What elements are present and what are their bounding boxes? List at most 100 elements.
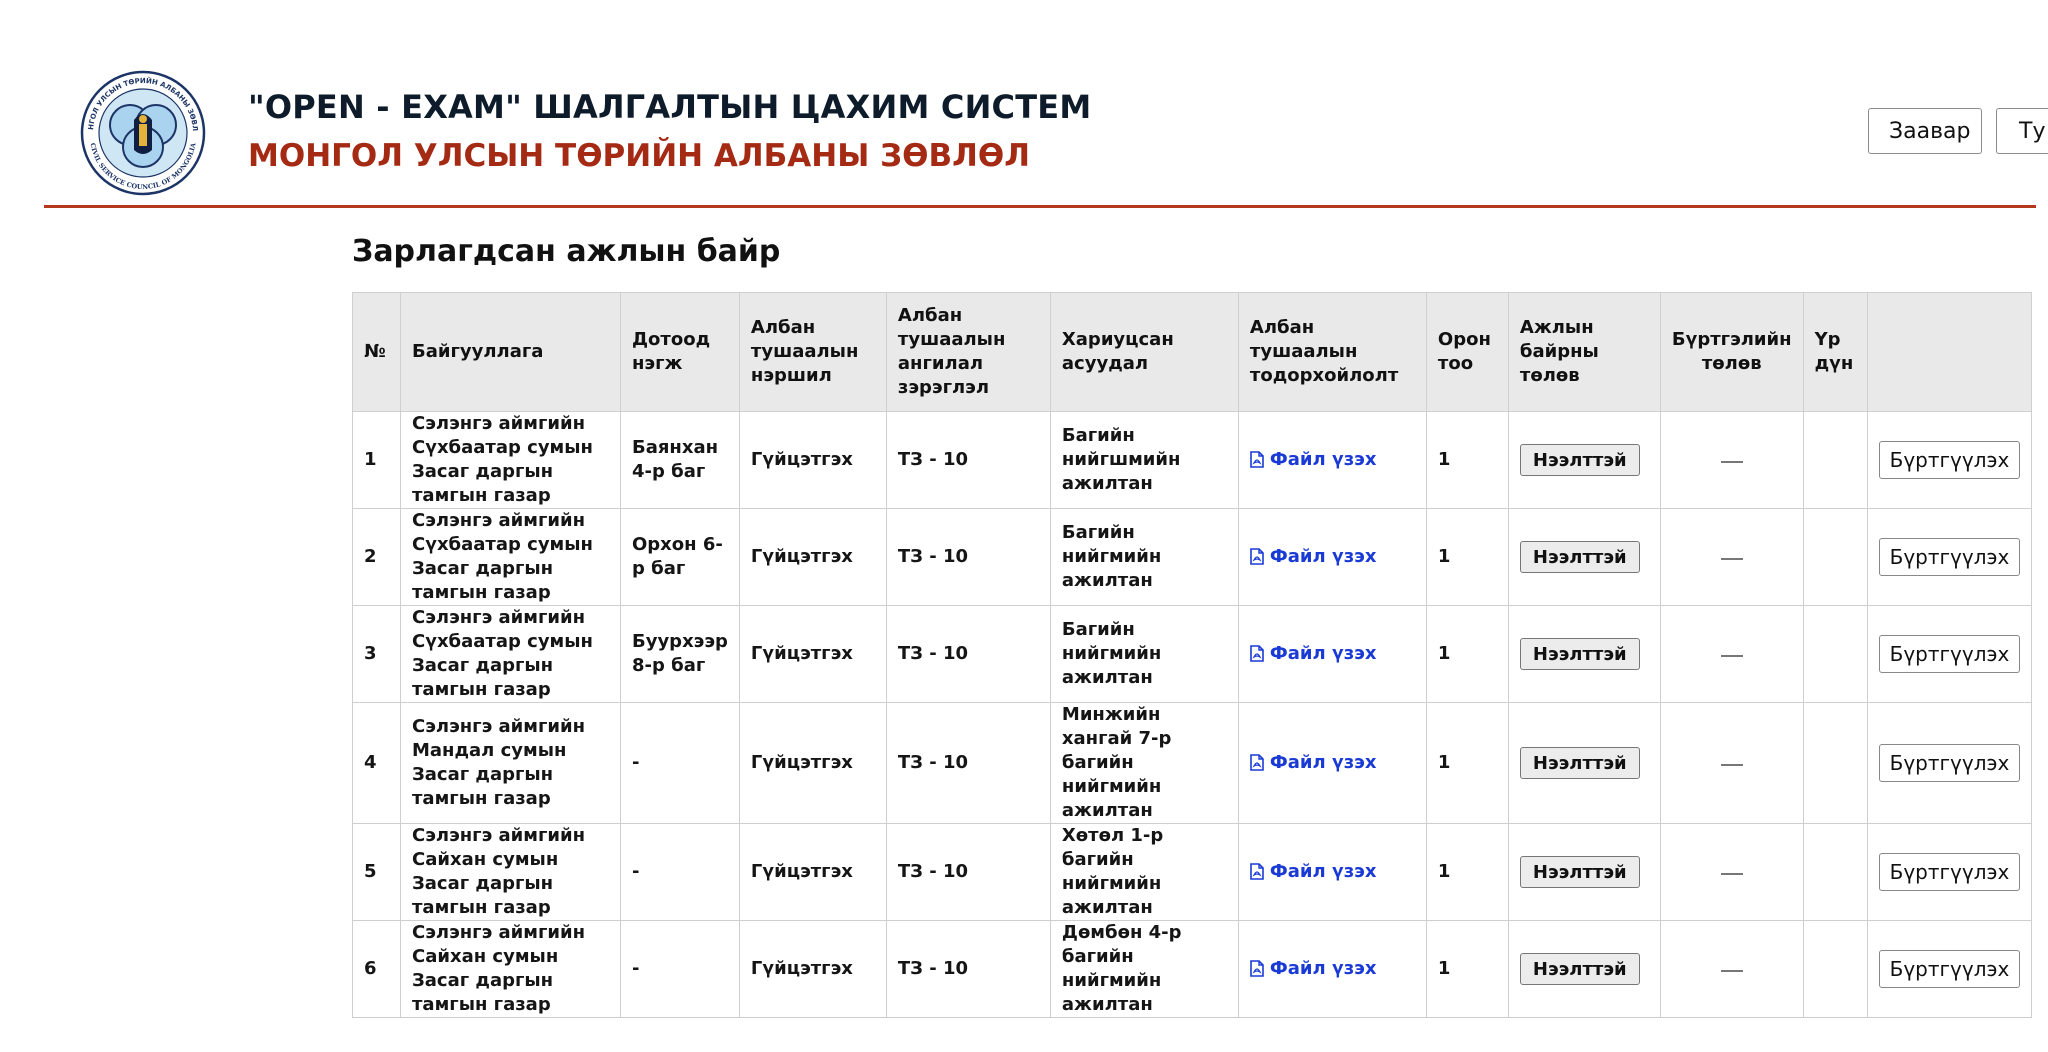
table-row: 1 Сэлэнгэ аймгийн Сүхбаатар сумын Засаг … (352, 411, 2033, 509)
empty-dash (1720, 558, 1743, 560)
cell-status: Нээлттэй (1507, 411, 1661, 509)
pdf-file-icon (1250, 451, 1264, 468)
view-file-link[interactable]: Файл үзэх (1250, 752, 1376, 773)
cell-responsibility: Багийн нийгмийн ажилтан (1049, 508, 1239, 606)
header-action (1866, 292, 2033, 412)
header-org: Байгууллага (400, 292, 621, 412)
cell-unit: Орхон 6-р баг (620, 508, 740, 606)
seat-count: 1 (1437, 546, 1451, 567)
cell-reg-status (1659, 702, 1804, 824)
cell-no: 1 (352, 411, 401, 509)
empty-dash (1720, 764, 1743, 766)
open-status-button[interactable]: Нээлттэй (1519, 444, 1640, 476)
view-file-label: Файл үзэх (1269, 643, 1377, 664)
view-file-link[interactable]: Файл үзэх (1250, 449, 1377, 470)
cell-action: Бүртгүүлэх (1866, 823, 2033, 921)
view-file-link[interactable]: Файл үзэх (1250, 546, 1377, 567)
cell-category: ТЗ - 10 (885, 920, 1051, 1018)
organization-name: Сэлэнгэ аймгийн Мандал сумын Засаг даргы… (412, 716, 586, 809)
register-button[interactable]: Бүртгүүлэх (1878, 635, 2021, 673)
cell-reg-status (1659, 508, 1804, 606)
cell-action: Бүртгүүлэх (1866, 411, 2033, 509)
guide-button[interactable]: Заавар (1868, 108, 1982, 154)
pdf-file-icon (1250, 548, 1264, 565)
responsibility-text: Багийн нийгмийн ажилтан (1061, 522, 1162, 591)
open-status-button[interactable]: Нээлттэй (1519, 856, 1640, 888)
cell-org: Сэлэнгэ аймгийн Мандал сумын Засаг даргы… (400, 702, 621, 824)
view-file-link[interactable]: Файл үзэх (1250, 643, 1377, 664)
view-file-link[interactable]: Файл үзэх (1250, 861, 1377, 882)
internal-unit: Орхон 6-р баг (632, 534, 723, 579)
cell-position: Гүйцэтгэх (738, 508, 887, 606)
seat-count: 1 (1437, 958, 1451, 979)
cell-status: Нээлттэй (1507, 508, 1661, 606)
cell-org: Сэлэнгэ аймгийн Сүхбаатар сумын Засаг да… (400, 411, 621, 509)
responsibility-text: Дөмбөн 4-р багийн нийгмийн ажилтан (1061, 922, 1182, 1015)
seat-count: 1 (1437, 643, 1451, 664)
cell-reg-status (1659, 823, 1804, 921)
header-unit: Дотоод нэгж (620, 292, 740, 412)
cell-unit: - (620, 920, 740, 1018)
organization-name: Сэлэнгэ аймгийн Сайхан сумын Засаг даргы… (412, 825, 586, 918)
help-button-partial[interactable]: Ту (1996, 108, 2048, 154)
view-file-label: Файл үзэх (1269, 546, 1377, 567)
organization-name: Сэлэнгэ аймгийн Сүхбаатар сумын Засаг да… (412, 510, 593, 603)
empty-dash (1720, 461, 1743, 463)
position-name: Гүйцэтгэх (750, 449, 853, 470)
view-file-label: Файл үзэх (1269, 449, 1377, 470)
table-row: 4 Сэлэнгэ аймгийн Мандал сумын Засаг дар… (352, 702, 2033, 824)
cell-category: ТЗ - 10 (885, 605, 1051, 703)
cell-result (1802, 702, 1868, 824)
civil-service-council-logo-icon: МОНГОЛ УЛСЫН ТӨРИЙН АЛБАНЫ ЗӨВЛӨЛ CIVIL … (76, 70, 206, 196)
register-button[interactable]: Бүртгүүлэх (1878, 441, 2021, 479)
position-name: Гүйцэтгэх (750, 861, 853, 882)
cell-unit: - (620, 823, 740, 921)
register-button[interactable]: Бүртгүүлэх (1878, 538, 2021, 576)
cell-responsibility: Минжийн хангай 7-р багийн нийгмийн ажилт… (1049, 702, 1239, 824)
cell-description: Файл үзэх (1237, 411, 1427, 509)
page: МОНГОЛ УЛСЫН ТӨРИЙН АЛБАНЫ ЗӨВЛӨЛ CIVIL … (0, 0, 2048, 1052)
cell-description: Файл үзэх (1237, 920, 1427, 1018)
cell-status: Нээлттэй (1507, 823, 1661, 921)
responsibility-text: Хөтөл 1-р багийн нийгмийн ажилтан (1061, 825, 1164, 918)
open-status-button[interactable]: Нээлттэй (1519, 953, 1640, 985)
header-seats: Орон тоо (1425, 292, 1509, 412)
header-category: Албан тушаалын ангилал зэрэглэл (885, 292, 1051, 412)
table-header-row: № Байгууллага Дотоод нэгж Албан тушаалын… (352, 292, 2033, 412)
header-description: Албан тушаалын тодорхойлолт (1237, 292, 1427, 412)
position-category: ТЗ - 10 (897, 861, 969, 882)
open-status-button[interactable]: Нээлттэй (1519, 541, 1640, 573)
cell-org: Сэлэнгэ аймгийн Сайхан сумын Засаг даргы… (400, 823, 621, 921)
row-number: 6 (364, 958, 377, 979)
cell-result (1802, 411, 1868, 509)
open-status-button[interactable]: Нээлттэй (1519, 747, 1640, 779)
organization-name: Сэлэнгэ аймгийн Сүхбаатар сумын Засаг да… (412, 413, 593, 506)
cell-responsibility: Хөтөл 1-р багийн нийгмийн ажилтан (1049, 823, 1239, 921)
internal-unit: - (632, 958, 640, 979)
position-category: ТЗ - 10 (897, 958, 969, 979)
cell-status: Нээлттэй (1507, 702, 1661, 824)
view-file-link[interactable]: Файл үзэх (1250, 958, 1376, 979)
empty-dash (1720, 873, 1743, 875)
register-button[interactable]: Бүртгүүлэх (1878, 950, 2021, 988)
table-row: 2 Сэлэнгэ аймгийн Сүхбаатар сумын Засаг … (352, 508, 2033, 606)
cell-seats: 1 (1425, 823, 1509, 921)
position-name: Гүйцэтгэх (750, 958, 853, 979)
register-button[interactable]: Бүртгүүлэх (1878, 744, 2021, 782)
register-button[interactable]: Бүртгүүлэх (1878, 853, 2021, 891)
cell-description: Файл үзэх (1237, 508, 1427, 606)
internal-unit: - (632, 861, 640, 882)
section-title: Зарлагдсан ажлын байр (352, 234, 781, 269)
cell-status: Нээлттэй (1507, 920, 1661, 1018)
internal-unit: Буурхээр 8-р баг (632, 631, 728, 676)
organization-name: Сэлэнгэ аймгийн Сайхан сумын Засаг даргы… (412, 922, 586, 1015)
row-number: 2 (364, 546, 377, 567)
cell-action: Бүртгүүлэх (1866, 605, 2033, 703)
view-file-label: Файл үзэх (1269, 861, 1377, 882)
responsibility-text: Багийн нийгшмийн ажилтан (1061, 425, 1181, 494)
open-status-button[interactable]: Нээлттэй (1519, 638, 1640, 670)
cell-unit: Буурхээр 8-р баг (620, 605, 740, 703)
position-name: Гүйцэтгэх (750, 546, 853, 567)
row-number: 5 (364, 861, 377, 882)
cell-responsibility: Багийн нийгмийн ажилтан (1049, 605, 1239, 703)
